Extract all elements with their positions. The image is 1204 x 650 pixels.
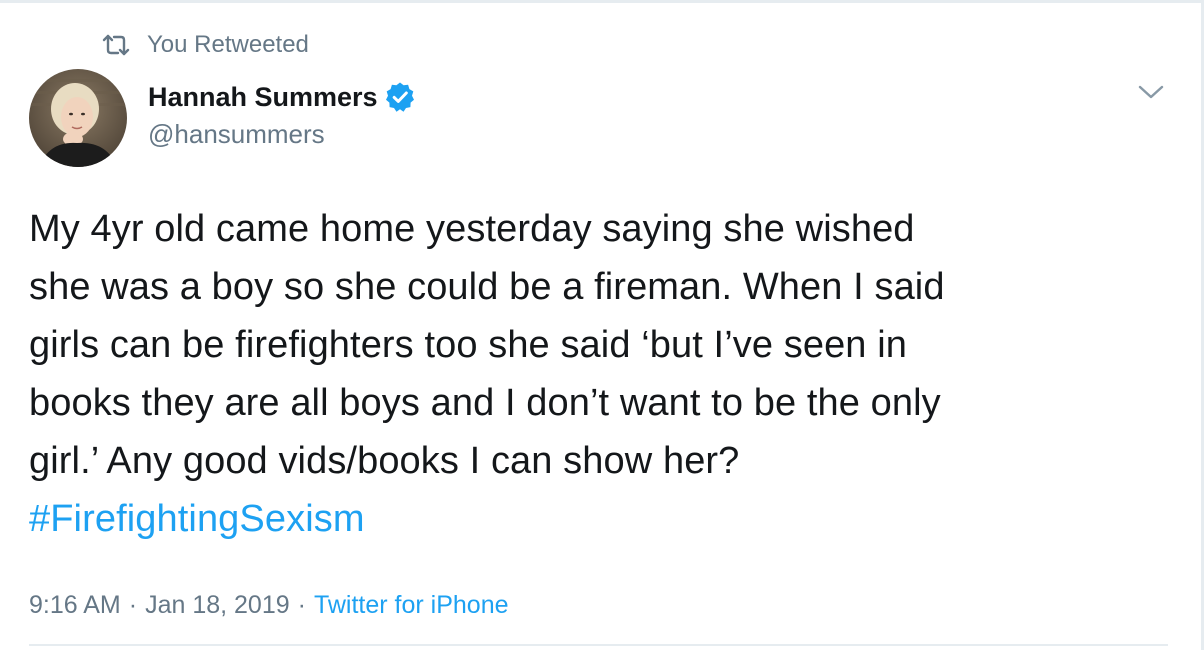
hashtag-link[interactable]: #FirefightingSexism <box>29 490 1159 548</box>
author-name-row[interactable]: Hannah Summers <box>148 80 416 114</box>
user-avatar[interactable] <box>29 69 127 167</box>
tweet-text-line: My 4yr old came home yesterday saying sh… <box>29 208 915 250</box>
retweet-icon <box>101 33 131 57</box>
tweet-text-line: girls can be firefighters too she said ‘… <box>29 324 907 366</box>
chevron-down-icon <box>1136 85 1166 108</box>
verified-badge-icon <box>384 81 416 113</box>
retweet-label: You Retweeted <box>147 31 309 58</box>
display-name[interactable]: Hannah Summers <box>148 80 378 114</box>
tweet-text: My 4yr old came home yesterday saying sh… <box>29 200 1159 548</box>
tweet-text-line: books they are all boys and I don’t want… <box>29 382 941 424</box>
tweet-text-line: girl.’ Any good vids/books I can show he… <box>29 440 740 482</box>
more-options-button[interactable] <box>1136 80 1166 104</box>
tweet-date[interactable]: Jan 18, 2019 <box>145 591 290 619</box>
user-handle[interactable]: @hansummers <box>148 118 325 150</box>
meta-separator: · <box>297 591 306 619</box>
bottom-divider <box>29 644 1168 646</box>
tweet-text-line: she was a boy so she could be a fireman.… <box>29 266 945 308</box>
tweet-card: You Retweeted Hannah Summers @hansummers… <box>0 0 1204 650</box>
tweet-metadata: 9:16 AM · Jan 18, 2019 · Twitter for iPhone <box>29 588 509 622</box>
retweet-context[interactable]: You Retweeted <box>101 30 309 60</box>
tweet-time[interactable]: 9:16 AM <box>29 591 121 619</box>
tweet-source-link[interactable]: Twitter for iPhone <box>314 591 509 619</box>
top-divider <box>0 0 1204 3</box>
meta-separator: · <box>128 591 138 619</box>
